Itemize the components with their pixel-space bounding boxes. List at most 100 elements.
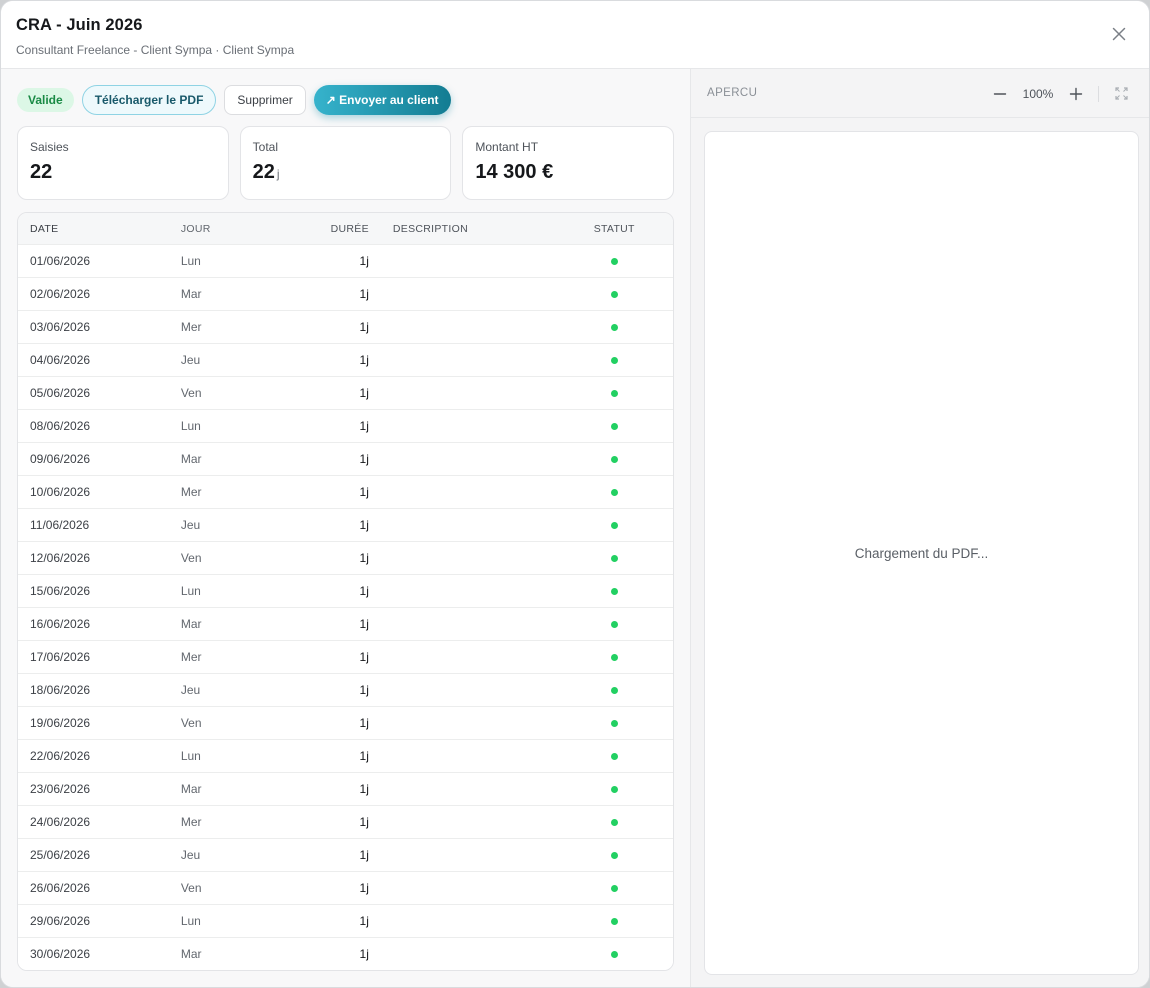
cell-jour: Lun — [180, 419, 201, 433]
zoom-out-button[interactable] — [990, 84, 1010, 104]
cell-date: 30/06/2026 — [30, 947, 91, 961]
modal-subtitle: Consultant Freelance - Client Sympa · Cl… — [16, 43, 295, 57]
cell-date: 10/06/2026 — [30, 485, 91, 499]
cell-jour: Lun — [180, 254, 201, 268]
fullscreen-button[interactable] — [1111, 84, 1131, 104]
cell-duree: 1j — [359, 617, 369, 631]
cell-date: 08/06/2026 — [30, 419, 91, 433]
cell-date: 05/06/2026 — [30, 386, 91, 400]
stat-card-total: Total 22 j — [239, 126, 452, 200]
cell-date: 22/06/2026 — [30, 749, 91, 763]
cra-details-panel: Valide Télécharger le PDF Supprimer ↗ En… — [1, 69, 691, 987]
table-row: 19/06/2026 Ven 1j — [18, 706, 673, 739]
cell-statut — [555, 320, 673, 334]
cell-date: 16/06/2026 — [30, 617, 91, 631]
zoom-level: 100% — [1022, 86, 1054, 101]
status-dot-icon — [610, 324, 618, 331]
pdf-loading-text: Chargement du PDF... — [854, 545, 989, 561]
cell-statut — [555, 617, 673, 631]
status-dot-icon — [610, 687, 618, 694]
cell-date: 01/06/2026 — [30, 254, 91, 268]
cell-jour: Jeu — [180, 683, 201, 697]
cra-modal: CRA - Juin 2026 Consultant Freelance - C… — [1, 1, 1149, 987]
close-button[interactable] — [1111, 26, 1127, 42]
cell-jour: Mer — [180, 815, 202, 829]
cell-statut — [555, 716, 673, 730]
table-row: 03/06/2026 Mer 1j — [18, 310, 673, 343]
cell-duree: 1j — [359, 254, 369, 268]
table-row: 01/06/2026 Lun 1j — [18, 244, 673, 277]
preview-title: APERCU — [707, 87, 758, 99]
cell-statut — [555, 485, 673, 499]
close-icon — [1112, 27, 1126, 41]
stat-value: 22 — [252, 161, 275, 183]
cell-statut — [555, 815, 673, 829]
cell-duree: 1j — [359, 485, 369, 499]
table-row: 10/06/2026 Mer 1j — [18, 475, 673, 508]
cell-duree: 1j — [359, 716, 369, 730]
action-bar: Valide Télécharger le PDF Supprimer ↗ En… — [17, 85, 674, 115]
table-row: 18/06/2026 Jeu 1j — [18, 673, 673, 706]
cell-statut — [555, 947, 673, 961]
cell-statut — [555, 782, 673, 796]
status-dot-icon — [610, 654, 618, 661]
status-dot-icon — [610, 753, 618, 760]
status-dot-icon — [610, 489, 618, 496]
table-row: 26/06/2026 Ven 1j — [18, 871, 673, 904]
fullscreen-icon — [1114, 87, 1128, 100]
status-dot-icon — [610, 456, 618, 463]
cell-jour: Ven — [180, 716, 202, 730]
cell-jour: Mar — [180, 452, 202, 466]
delete-button[interactable]: Supprimer — [224, 85, 306, 115]
cell-duree: 1j — [359, 848, 369, 862]
cell-duree: 1j — [359, 584, 369, 598]
cell-statut — [555, 518, 673, 532]
toolbar-divider — [1098, 85, 1099, 102]
table-row: 16/06/2026 Mar 1j — [18, 607, 673, 640]
cell-jour: Jeu — [180, 518, 201, 532]
cell-jour: Mer — [180, 320, 202, 334]
stat-card-saisies: Saisies 22 — [17, 126, 229, 200]
cell-jour: Mar — [180, 782, 202, 796]
cell-jour: Mar — [180, 947, 202, 961]
status-dot-icon — [610, 951, 618, 958]
status-badge: Valide — [17, 88, 74, 112]
table-body: 01/06/2026 Lun 1j 02/06/2026 Mar 1j 03/06/2026… — [18, 244, 673, 970]
table-row: 29/06/2026 Lun 1j — [18, 904, 673, 937]
status-dot-icon — [610, 390, 618, 397]
preview-panel: APERCU 100% Chargement du PDF... — [691, 69, 1149, 987]
stat-value-wrapper: 22 j — [253, 161, 439, 184]
zoom-in-button[interactable] — [1066, 84, 1086, 104]
status-dot-icon — [610, 819, 618, 826]
cell-statut — [555, 386, 673, 400]
cell-date: 24/06/2026 — [30, 815, 91, 829]
table-row: 15/06/2026 Lun 1j — [18, 574, 673, 607]
cell-statut — [555, 254, 673, 268]
status-dot-icon — [610, 621, 618, 628]
cell-statut — [555, 584, 673, 598]
send-to-client-button[interactable]: ↗ Envoyer au client — [313, 85, 451, 115]
zoom-controls: 100% — [990, 69, 1131, 118]
table-row: 09/06/2026 Mar 1j — [18, 442, 673, 475]
cell-duree: 1j — [359, 287, 369, 301]
status-dot-icon — [610, 786, 618, 793]
cell-jour: Lun — [180, 749, 201, 763]
cell-date: 18/06/2026 — [30, 683, 91, 697]
days-table: DATE JOUR DURÉE DESCRIPTION STATUT 01/06… — [17, 212, 674, 971]
preview-toolbar: APERCU 100% — [691, 69, 1149, 118]
column-header-date: DATE — [30, 222, 59, 235]
status-dot-icon — [610, 357, 618, 364]
table-row: 02/06/2026 Mar 1j — [18, 277, 673, 310]
cell-statut — [555, 650, 673, 664]
cell-jour: Ven — [180, 551, 202, 565]
stats-cards: Saisies 22 Total 22 j Montant HT 14 300 € — [17, 126, 675, 200]
cell-duree: 1j — [359, 749, 369, 763]
table-row: 11/06/2026 Jeu 1j — [18, 508, 673, 541]
cell-statut — [555, 683, 673, 697]
cell-date: 04/06/2026 — [30, 353, 91, 367]
cell-duree: 1j — [359, 881, 369, 895]
download-pdf-button[interactable]: Télécharger le PDF — [81, 85, 217, 115]
table-row: 04/06/2026 Jeu 1j — [18, 343, 673, 376]
modal-title: CRA - Juin 2026 — [16, 16, 143, 34]
cell-jour: Jeu — [180, 353, 201, 367]
